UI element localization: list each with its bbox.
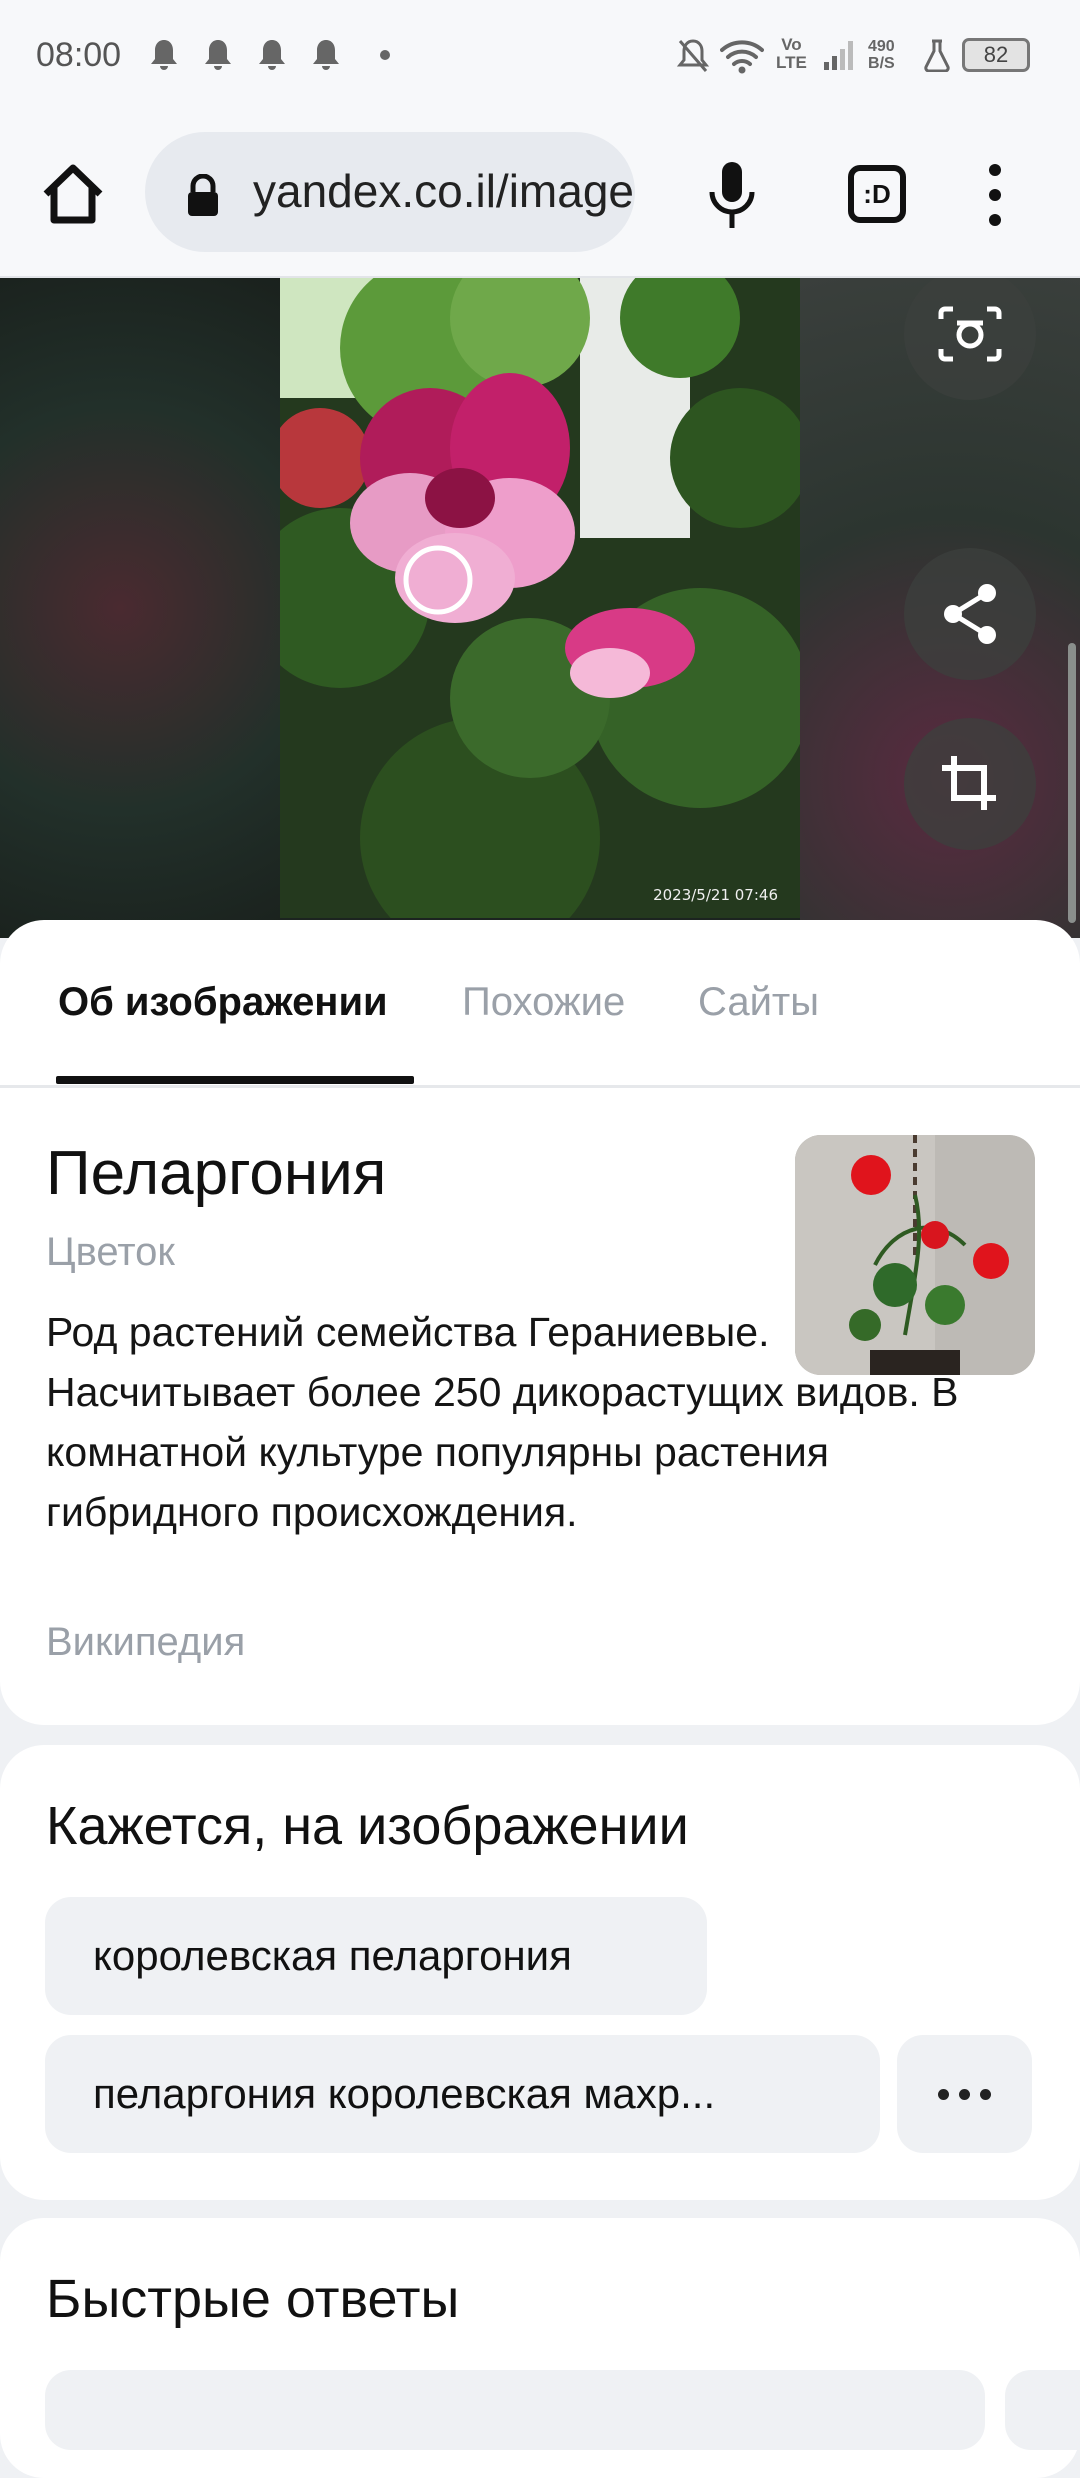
tab-about-image[interactable]: Об изображении: [58, 980, 388, 1025]
entity-source-link[interactable]: Википедия: [46, 1620, 245, 1665]
entity-subtitle: Цветок: [46, 1230, 175, 1274]
notification-bell-icon: [313, 40, 339, 70]
detected-objects-title: Кажется, на изображении: [46, 1796, 689, 1856]
address-text[interactable]: yandex.co.il/images: [253, 164, 635, 218]
dot-icon: [938, 2088, 949, 2100]
quick-answers-card: Быстрые ответы: [0, 2218, 1080, 2478]
overflow-menu-icon[interactable]: [975, 160, 1015, 230]
crop-icon: [942, 756, 996, 810]
active-tab-indicator: [56, 1076, 414, 1084]
tab-sites[interactable]: Сайты: [698, 980, 819, 1025]
flower-illustration: [280, 278, 800, 918]
microphone-icon[interactable]: [700, 158, 764, 232]
notification-bell-icon: [205, 40, 231, 70]
tab-similar[interactable]: Похожие: [462, 980, 625, 1025]
info-tabs: Об изображении Похожие Сайты: [0, 920, 1080, 1088]
flask-icon: [924, 39, 950, 72]
camera-icon: [938, 306, 1002, 362]
more-options-button[interactable]: [897, 2035, 1032, 2153]
network-type-bottom: LTE: [776, 53, 807, 72]
share-icon: [944, 584, 996, 644]
network-type-label: Vo LTE: [776, 36, 807, 72]
network-speed: 490 B/S: [868, 38, 895, 72]
signal-strength-icon: [824, 41, 853, 70]
detected-objects-card: Кажется, на изображении королевская пела…: [0, 1745, 1080, 2200]
detected-object-chip[interactable]: пеларгония королевская махр...: [45, 2035, 880, 2153]
entity-title: Пеларгония: [46, 1139, 387, 1208]
browser-toolbar: yandex.co.il/images :D: [0, 110, 1080, 278]
more-notifications-dot-icon: [380, 50, 390, 60]
image-info-sheet: Об изображении Похожие Сайты Пеларгония …: [0, 920, 1080, 1725]
battery-indicator: 82: [962, 38, 1030, 72]
lock-icon: [188, 174, 218, 216]
blurred-background-left: [0, 278, 280, 938]
entity-description: Род растений семейства Гераниевые. Насчи…: [46, 1309, 959, 1535]
tab-switcher-button[interactable]: :D: [848, 165, 906, 223]
tab-switcher-label: :D: [863, 178, 891, 209]
bell-off-icon: [676, 39, 710, 72]
share-button[interactable]: [904, 548, 1036, 680]
geranium-photo[interactable]: 2023/5/21 07:46: [280, 278, 800, 918]
network-speed-unit: B/S: [868, 55, 895, 72]
home-icon[interactable]: [38, 160, 108, 230]
crop-button[interactable]: [904, 718, 1036, 850]
network-speed-value: 490: [868, 38, 895, 55]
notification-bell-icon: [151, 40, 177, 70]
network-type-top: Vo: [781, 35, 802, 54]
quick-answer-item[interactable]: [1005, 2370, 1080, 2450]
image-viewer: 2023/5/21 07:46: [0, 278, 1080, 938]
wifi-icon: [720, 40, 764, 74]
battery-level: 82: [983, 42, 1009, 67]
status-time: 08:00: [36, 36, 122, 74]
detected-object-chip[interactable]: королевская пеларгония: [45, 1897, 707, 2015]
photo-timestamp: 2023/5/21 07:46: [653, 886, 778, 904]
notification-bell-icon: [259, 40, 285, 70]
dot-icon: [959, 2088, 970, 2100]
status-bar: 08:00 Vo LTE 490 B/S 82: [0, 0, 1080, 110]
quick-answers-title: Быстрые ответы: [46, 2269, 460, 2329]
scrollbar-thumb[interactable]: [1068, 643, 1076, 923]
quick-answer-item[interactable]: [45, 2370, 985, 2450]
address-bar[interactable]: yandex.co.il/images: [145, 132, 635, 252]
dot-icon: [980, 2088, 991, 2100]
